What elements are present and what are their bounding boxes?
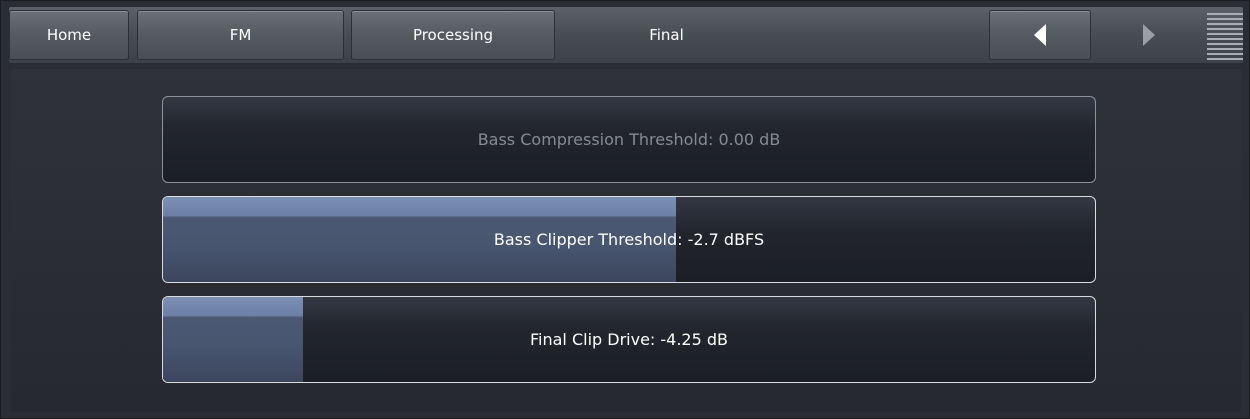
tab-processing[interactable]: Processing: [351, 10, 555, 60]
bass-compression-threshold-slider[interactable]: Bass Compression Threshold: 0.00 dB: [162, 96, 1096, 183]
top-nav-bar: Home FM Processing Final: [9, 7, 1243, 63]
back-button[interactable]: [989, 10, 1091, 60]
tab-final[interactable]: Final: [564, 10, 769, 60]
tab-home-label: Home: [46, 26, 92, 44]
forward-button[interactable]: [1099, 10, 1199, 60]
settings-panel: Bass Compression Threshold: 0.00 dB Bass…: [11, 69, 1241, 412]
slider-label: Final Clip Drive: -4.25 dB: [529, 330, 728, 349]
tab-processing-label: Processing: [412, 26, 494, 44]
menu-button[interactable]: [1207, 13, 1243, 63]
final-clip-drive-slider[interactable]: Final Clip Drive: -4.25 dB: [162, 296, 1096, 383]
hamburger-lines-icon: [1207, 13, 1243, 60]
tab-final-label: Final: [649, 26, 684, 44]
slider-fill: [163, 297, 303, 382]
tab-home[interactable]: Home: [9, 10, 129, 60]
slider-label: Bass Compression Threshold: 0.00 dB: [477, 130, 781, 149]
tab-fm-label: FM: [229, 26, 252, 44]
tab-fm[interactable]: FM: [137, 10, 344, 60]
bass-clipper-threshold-slider[interactable]: Bass Clipper Threshold: -2.7 dBFS: [162, 196, 1096, 283]
triangle-left-icon: [1034, 24, 1046, 46]
triangle-right-icon: [1143, 24, 1155, 46]
app-window: Home FM Processing Final Bass Compressio…: [0, 0, 1250, 419]
slider-fill: [163, 197, 676, 282]
